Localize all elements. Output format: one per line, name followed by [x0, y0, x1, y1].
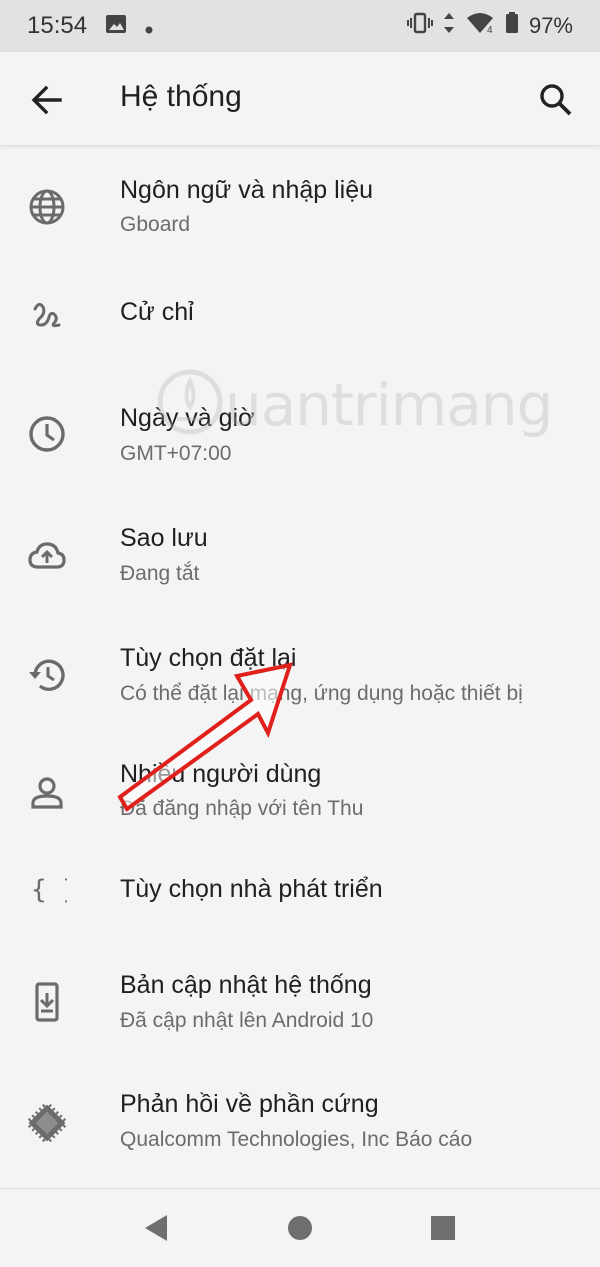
cloud-upload-icon: [24, 533, 70, 579]
chip-icon: [24, 1100, 70, 1146]
battery-percent: 97%: [528, 13, 573, 38]
item-subtitle: Qualcomm Technologies, Inc Báo cáo: [120, 1128, 473, 1151]
circle-home-icon: [285, 1216, 315, 1247]
status-bar: 15:54 4 97%: [0, 0, 600, 52]
screen: 15:54 4 97% Hệ thống Ngôn ngữ và nhập li…: [0, 0, 600, 1267]
signal-icon: 4: [465, 12, 495, 40]
clock-icon: [24, 411, 70, 457]
data-transfer-icon: [443, 12, 455, 40]
arrow-back-icon: [26, 85, 66, 124]
list-item-backup[interactable]: Sao lưu Đang tắt: [0, 488, 600, 608]
item-subtitle: Có thể đặt lại mạng, ứng dụng hoặc thiết…: [120, 682, 523, 705]
list-item-system-update[interactable]: Bản cập nhật hệ thống Đã cập nhật lên An…: [0, 942, 600, 1062]
list-item-date-time[interactable]: Ngày và giờ GMT+07:00: [0, 366, 600, 488]
system-update-icon: [24, 979, 70, 1025]
item-title: Sao lưu: [120, 524, 208, 552]
item-title: Bản cập nhật hệ thống: [120, 971, 372, 999]
list-item-hardware-feedback[interactable]: Phản hồi về phần cứng Qualcomm Technolog…: [0, 1062, 600, 1180]
gesture-icon: [24, 292, 70, 338]
vibrate-icon: [406, 12, 433, 40]
network-label: 4: [487, 25, 493, 34]
globe-icon: [24, 184, 70, 230]
list-item-languages[interactable]: Ngôn ngữ và nhập liệu Gboard: [0, 146, 600, 264]
svg-text:{ }: { }: [31, 875, 67, 905]
home-nav-button[interactable]: [285, 1213, 315, 1243]
item-title: Tùy chọn nhà phát triển: [120, 875, 383, 903]
square-recents-icon: [428, 1216, 458, 1247]
item-title: Phản hồi về phần cứng: [120, 1090, 379, 1118]
recents-nav-button[interactable]: [428, 1213, 458, 1243]
braces-icon: { }: [24, 866, 70, 912]
item-subtitle: Gboard: [120, 213, 191, 236]
item-title: Ngày và giờ: [120, 404, 255, 432]
item-title: Tùy chọn đặt lại: [120, 644, 297, 672]
search-icon: [536, 84, 576, 124]
page-title: Hệ thống: [120, 80, 242, 113]
item-subtitle: Đang tắt: [120, 562, 200, 585]
list-item-developer-options[interactable]: { } Tùy chọn nhà phát triển: [0, 850, 600, 942]
history-icon: [24, 652, 70, 698]
dot-notification-icon: [145, 13, 153, 40]
navigation-bar: [0, 1188, 600, 1267]
search-button[interactable]: [536, 80, 576, 120]
item-subtitle: GMT+07:00: [120, 442, 232, 465]
list-item-reset-options[interactable]: Tùy chọn đặt lại Có thể đặt lại mạng, ứn…: [0, 608, 600, 730]
app-bar: Hệ thống: [0, 52, 600, 146]
list-item-gestures[interactable]: Cử chỉ: [0, 264, 600, 366]
settings-list: Ngôn ngữ và nhập liệu Gboard Cử chỉ Ngày…: [0, 146, 600, 1180]
item-subtitle: Đã cập nhật lên Android 10: [120, 1009, 374, 1032]
item-title: Cử chỉ: [120, 298, 194, 326]
triangle-back-icon: [142, 1215, 172, 1247]
person-icon: [24, 770, 70, 816]
item-subtitle: Đã đăng nhập với tên Thu: [120, 797, 364, 820]
battery-icon: [505, 12, 519, 40]
back-nav-button[interactable]: [142, 1213, 172, 1243]
item-title: Nhiều người dùng: [120, 760, 322, 788]
status-time: 15:54: [27, 12, 88, 39]
list-item-multiple-users[interactable]: Nhiều người dùng Đã đăng nhập với tên Th…: [0, 730, 600, 850]
item-title: Ngôn ngữ và nhập liệu: [120, 176, 374, 204]
back-button[interactable]: [26, 80, 66, 120]
gallery-notification-icon: [105, 13, 127, 40]
